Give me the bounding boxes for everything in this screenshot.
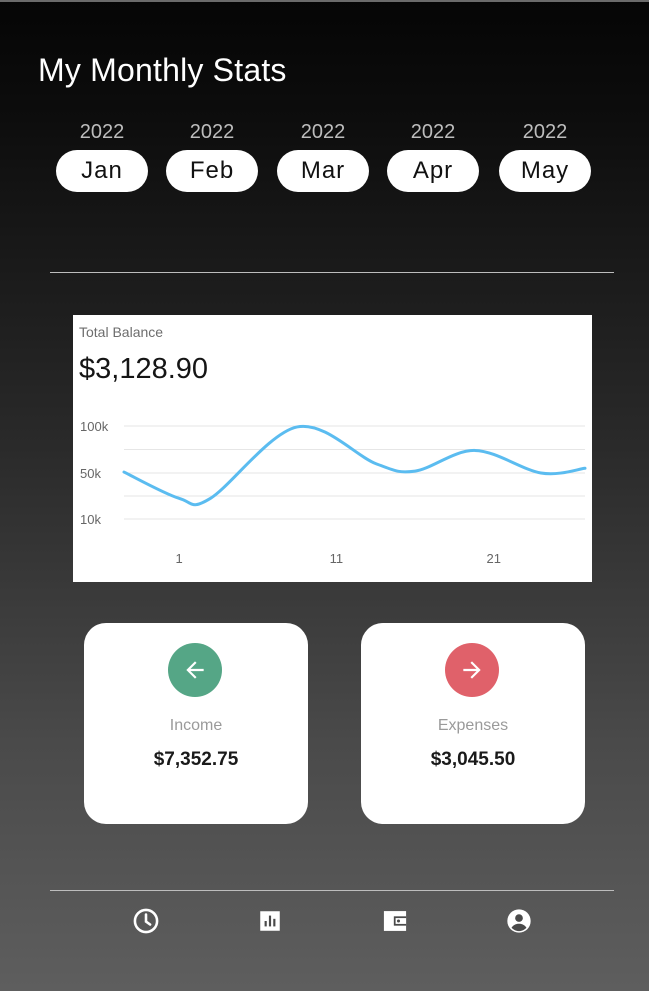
month-pill-mar[interactable]: Mar	[277, 150, 369, 192]
month-item-feb: 2022 Feb	[166, 120, 258, 192]
balance-series-line	[122, 424, 587, 507]
balance-card: 100k 50k 10k 1 11 21 Total Balance $3,128.90	[73, 315, 592, 582]
top-border	[0, 0, 649, 2]
income-label: Income	[169, 717, 223, 734]
month-pill-apr[interactable]: Apr	[387, 150, 479, 192]
nav-divider	[50, 890, 614, 891]
income-card[interactable]: Income $7,352.75	[84, 623, 308, 824]
x-tick-label: 21	[487, 551, 501, 566]
y-tick-label: 50k	[80, 466, 101, 481]
clock-icon[interactable]	[131, 906, 161, 936]
y-tick-label: 100k	[80, 419, 109, 434]
bar-chart-icon[interactable]	[255, 906, 285, 936]
month-pill-may[interactable]: May	[499, 150, 591, 192]
month-year: 2022	[300, 121, 346, 143]
expenses-card[interactable]: Expenses $3,045.50	[361, 623, 585, 824]
month-selector: 2022 Jan 2022 Feb 2022 Mar 2022 Apr 2022…	[0, 120, 649, 200]
month-pill-feb[interactable]: Feb	[166, 150, 258, 192]
balance-value: $3,128.90	[79, 353, 209, 385]
month-year: 2022	[189, 121, 235, 143]
page-title: My Monthly Stats	[38, 52, 287, 88]
y-tick-label: 10k	[80, 512, 101, 527]
arrow-right-icon[interactable]	[445, 643, 499, 697]
month-item-mar: 2022 Mar	[277, 120, 369, 192]
balance-label: Total Balance	[79, 324, 164, 340]
expenses-label: Expenses	[437, 717, 509, 734]
month-year: 2022	[410, 121, 456, 143]
account-icon[interactable]	[504, 906, 534, 936]
x-tick-label: 11	[330, 551, 344, 566]
x-tick-label: 1	[175, 551, 182, 566]
month-year: 2022	[79, 121, 125, 143]
month-pill-jan[interactable]: Jan	[56, 150, 148, 192]
wallet-icon[interactable]	[380, 906, 410, 936]
arrow-left-icon[interactable]	[168, 643, 222, 697]
expenses-value: $3,045.50	[430, 749, 516, 770]
month-year: 2022	[522, 121, 568, 143]
month-item-jan: 2022 Jan	[56, 120, 148, 192]
month-item-may: 2022 May	[499, 120, 591, 192]
income-value: $7,352.75	[153, 749, 239, 770]
section-divider	[50, 272, 614, 273]
month-item-apr: 2022 Apr	[387, 120, 479, 192]
